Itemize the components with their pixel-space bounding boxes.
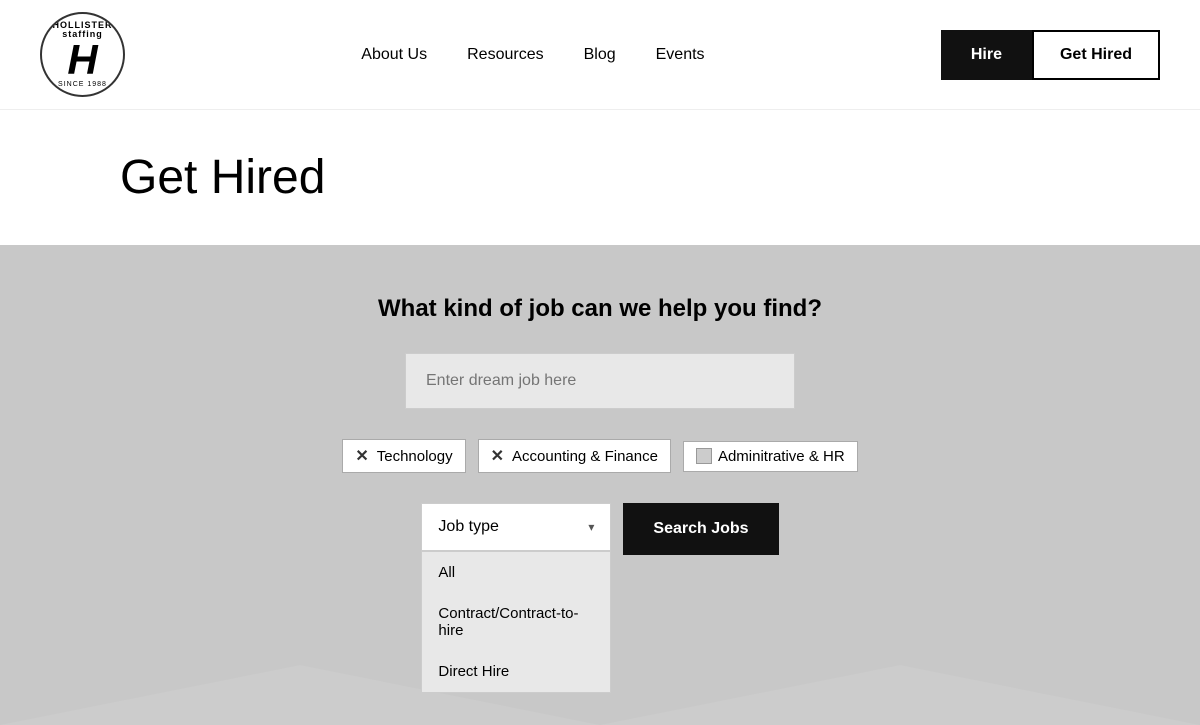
logo-letter: H — [42, 39, 123, 81]
job-type-menu: All Contract/Contract-to-hire Direct Hir… — [421, 551, 611, 693]
logo-since-text: SINCE 1988 — [42, 81, 123, 88]
close-icon: ✕ — [355, 446, 368, 466]
chevron-down-icon: ▾ — [588, 520, 594, 534]
dropdown-option-contract[interactable]: Contract/Contract-to-hire — [422, 593, 610, 651]
nav-events[interactable]: Events — [656, 46, 705, 64]
main-nav: About Us Resources Blog Events — [361, 46, 704, 64]
chip-admin-label: Adminitrative & HR — [718, 448, 845, 465]
chip-accounting-label: Accounting & Finance — [512, 448, 658, 465]
nav-resources[interactable]: Resources — [467, 46, 543, 64]
close-icon: ✕ — [491, 446, 504, 466]
chip-technology-label: Technology — [377, 448, 453, 465]
search-jobs-button[interactable]: Search Jobs — [623, 503, 778, 555]
logo: HOLLISTER staffing H SINCE 1988 — [40, 12, 125, 97]
get-hired-button[interactable]: Get Hired — [1032, 30, 1160, 80]
search-headline: What kind of job can we help you find? — [378, 295, 822, 323]
header: HOLLISTER staffing H SINCE 1988 About Us… — [0, 0, 1200, 110]
nav-blog[interactable]: Blog — [584, 46, 616, 64]
chip-administrative-hr[interactable]: Adminitrative & HR — [683, 441, 858, 472]
job-type-label: Job type — [438, 518, 498, 536]
dropdown-option-direct-hire[interactable]: Direct Hire — [422, 651, 610, 692]
chip-accounting-finance[interactable]: ✕ Accounting & Finance — [478, 439, 671, 473]
page-title-section: Get Hired — [0, 110, 1200, 245]
search-controls: Job type ▾ All Contract/Contract-to-hire… — [421, 503, 778, 555]
page-title: Get Hired — [120, 150, 1160, 205]
category-chips: ✕ Technology ✕ Accounting & Finance Admi… — [342, 439, 857, 473]
job-type-dropdown[interactable]: Job type ▾ — [421, 503, 611, 551]
chip-technology[interactable]: ✕ Technology — [342, 439, 465, 473]
nav-about-us[interactable]: About Us — [361, 46, 427, 64]
hire-button[interactable]: Hire — [941, 30, 1032, 80]
search-section: What kind of job can we help you find? ✕… — [0, 245, 1200, 725]
dream-job-input[interactable] — [405, 353, 795, 409]
dropdown-option-all[interactable]: All — [422, 552, 610, 593]
nav-buttons: Hire Get Hired — [941, 30, 1160, 80]
checkbox-icon — [696, 448, 712, 464]
logo-circle: HOLLISTER staffing H SINCE 1988 — [40, 12, 125, 97]
job-type-wrapper: Job type ▾ All Contract/Contract-to-hire… — [421, 503, 611, 551]
